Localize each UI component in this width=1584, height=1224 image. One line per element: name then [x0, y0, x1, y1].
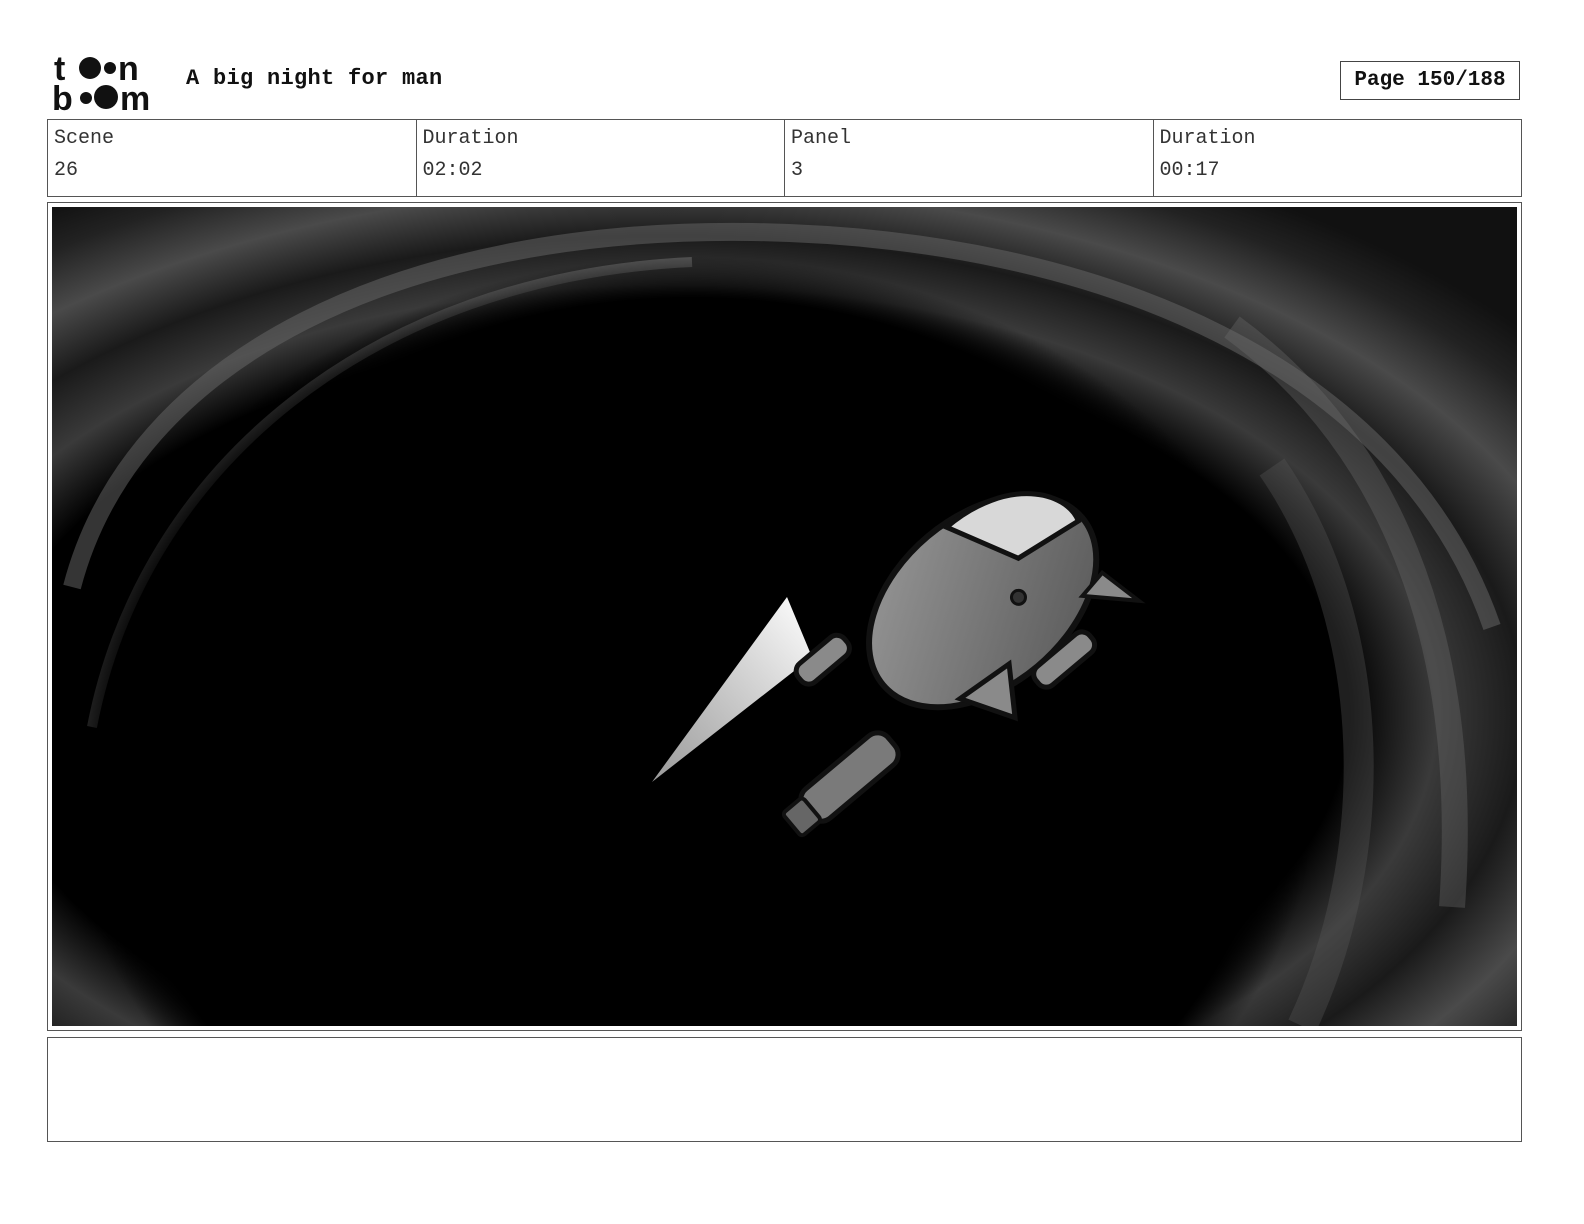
scene-value: 26	[54, 159, 79, 182]
panel-duration-label: Duration	[1159, 127, 1256, 150]
scene-duration-value: 02:02	[422, 159, 483, 182]
page-label: Page 150/188	[1354, 69, 1506, 92]
scene-label: Scene	[54, 127, 115, 150]
storyboard-drawing-icon	[52, 207, 1517, 1026]
panel-duration-cell: Duration 00:17	[1154, 120, 1522, 196]
storyboard-panel-frame	[47, 202, 1522, 1031]
panel-cell: Panel 3	[785, 120, 1154, 196]
svg-text:m: m	[120, 80, 150, 114]
scene-duration-cell: Duration 02:02	[417, 120, 785, 196]
scene-info-table: Scene 26 Duration 02:02 Panel 3 Duration…	[47, 119, 1522, 197]
project-title: A big night for man	[186, 66, 443, 91]
page-indicator: Page 150/188	[1340, 61, 1520, 100]
panel-label: Panel	[791, 127, 852, 150]
panel-value: 3	[791, 159, 804, 182]
panel-notes-box	[47, 1037, 1522, 1142]
scene-duration-label: Duration	[422, 127, 519, 150]
panel-duration-value: 00:17	[1159, 159, 1220, 182]
toon-boom-logo: t n b m	[52, 50, 150, 114]
svg-text:b: b	[52, 80, 73, 114]
scene-cell: Scene 26	[48, 120, 417, 196]
